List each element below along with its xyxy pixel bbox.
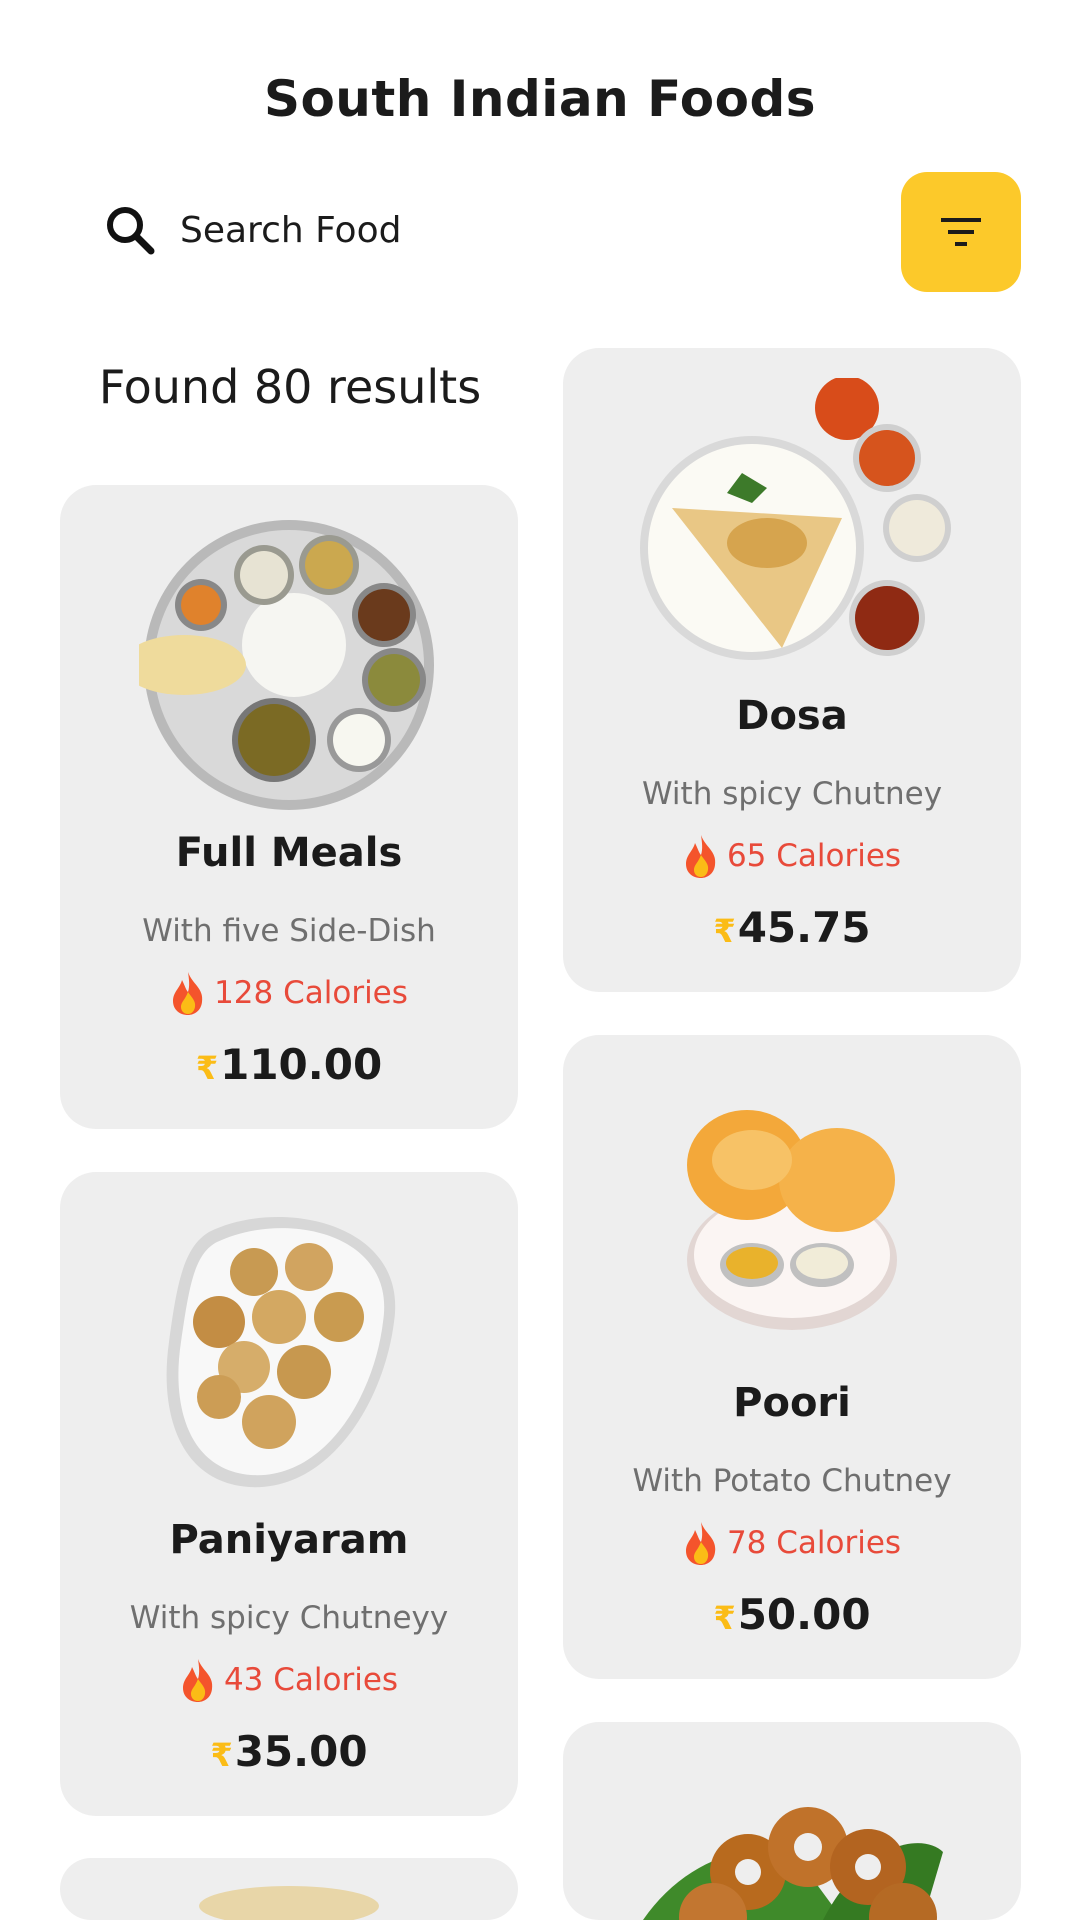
- search-bar[interactable]: [100, 190, 860, 270]
- food-price: ₹ 50.00: [563, 1590, 1021, 1639]
- food-card-full-meals[interactable]: Full Meals With five Side-Dish 128 Calor…: [60, 485, 518, 1129]
- food-name: Full Meals: [175, 830, 403, 876]
- rupee-icon: ₹: [195, 1049, 219, 1087]
- food-price: ₹ 45.75: [563, 903, 1021, 952]
- price-value: 45.75: [737, 903, 871, 952]
- price-value: 35.00: [234, 1727, 368, 1776]
- fire-icon: [685, 1522, 716, 1565]
- food-card-paniyaram[interactable]: Paniyaram With spicy Chutneyy 43 Calorie…: [60, 1172, 518, 1816]
- filter-icon: [941, 218, 981, 246]
- search-icon: [100, 200, 160, 260]
- food-description: With spicy Chutneyy: [129, 1600, 449, 1636]
- price-value: 50.00: [737, 1590, 871, 1639]
- food-calories: 128 Calories: [60, 970, 518, 1016]
- food-description: With Potato Chutney: [632, 1463, 952, 1499]
- food-calories: 65 Calories: [563, 833, 1021, 879]
- calories-value: 43 Calories: [223, 1662, 399, 1698]
- food-price: ₹ 110.00: [60, 1040, 518, 1089]
- food-card-dosa[interactable]: Dosa With spicy Chutney 65 Calories ₹ 45…: [563, 348, 1021, 992]
- food-description: With five Side-Dish: [142, 913, 436, 949]
- food-card-partial-left[interactable]: [60, 1858, 518, 1920]
- food-calories: 43 Calories: [60, 1657, 518, 1703]
- food-image-partial: [199, 1886, 379, 1920]
- food-name: Dosa: [736, 693, 848, 739]
- rupee-icon: ₹: [713, 912, 736, 950]
- fire-icon: [182, 1659, 213, 1702]
- page-title: South Indian Foods: [263, 70, 817, 128]
- food-image-vada: [643, 1807, 943, 1920]
- food-image-thali: [60, 515, 518, 815]
- food-description: With spicy Chutney: [641, 776, 943, 812]
- calories-value: 128 Calories: [214, 975, 408, 1011]
- fire-icon: [173, 972, 203, 1015]
- fire-icon: [685, 835, 716, 878]
- calories-value: 65 Calories: [726, 838, 902, 874]
- food-price: ₹ 35.00: [60, 1727, 518, 1776]
- food-name: Poori: [733, 1380, 851, 1426]
- food-card-poori[interactable]: Poori With Potato Chutney 78 Calories ₹ …: [563, 1035, 1021, 1679]
- rupee-icon: ₹: [713, 1599, 736, 1637]
- search-input[interactable]: [180, 209, 780, 251]
- price-value: 110.00: [220, 1040, 383, 1089]
- food-image-poori: [563, 1065, 1021, 1365]
- food-name: Paniyaram: [169, 1517, 409, 1563]
- food-calories: 78 Calories: [563, 1520, 1021, 1566]
- rupee-icon: ₹: [210, 1736, 233, 1774]
- food-image-paniyaram: [60, 1202, 518, 1502]
- calories-value: 78 Calories: [726, 1525, 902, 1561]
- results-count: Found 80 results: [98, 360, 482, 414]
- filter-button[interactable]: [901, 172, 1021, 292]
- food-card-partial-right[interactable]: [563, 1722, 1021, 1920]
- food-image-dosa: [563, 378, 1021, 678]
